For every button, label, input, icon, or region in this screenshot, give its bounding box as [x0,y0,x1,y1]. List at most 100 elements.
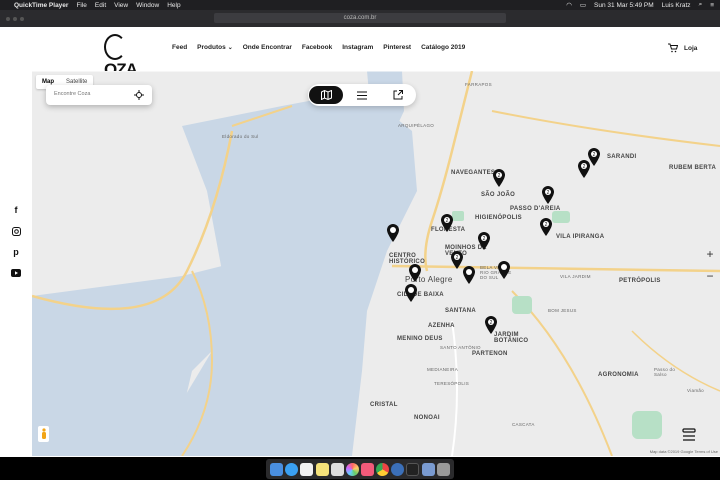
place-label: NAVEGANTES [451,170,496,176]
place-label: PASSO D'AREIA [510,206,561,212]
place-label: PARTENON [472,351,508,357]
svg-text:2: 2 [483,236,486,242]
nav-onde-encontrar[interactable]: Onde Encontrar [243,44,292,51]
nav-facebook[interactable]: Facebook [302,44,332,51]
terminal-icon[interactable] [406,462,420,476]
place-label: HIGIENÓPOLIS [475,215,522,221]
map-pin-icon[interactable] [408,263,422,283]
external-link-button[interactable] [381,86,415,104]
social-links: f p [11,205,21,278]
music-icon[interactable] [361,462,375,476]
macos-dock [0,457,720,480]
zoom-controls: + − [704,247,716,283]
svg-text:2: 2 [583,164,586,170]
svg-text:2: 2 [490,320,493,326]
dock-bar [266,459,454,479]
chevron-down-icon: ⌄ [227,45,233,51]
zoom-in-button[interactable]: + [704,247,716,261]
place-label: SANTANA [445,308,476,314]
web-page: OZA Feed Produtos ⌄ Onde Encontrar Facebo… [0,27,720,457]
place-label: FARRAPOS [465,82,492,87]
map-pin-icon[interactable] [462,265,476,285]
map-pin-icon[interactable]: 2 [577,159,591,179]
nav-catalogo[interactable]: Catálogo 2019 [421,44,465,51]
search-input[interactable] [54,91,124,97]
view-toggle [308,84,416,106]
map-pin-icon[interactable]: 2 [484,315,498,335]
svg-text:2: 2 [456,255,459,261]
nav-instagram[interactable]: Instagram [342,44,373,51]
map-pin-icon[interactable] [386,223,400,243]
place-label: AZENHA [428,323,455,329]
store-map[interactable]: Map Satellite Eldorado do Sul FARRAPOS A… [32,71,720,456]
place-label: Eldorado do Sul [222,134,259,139]
safari-icon[interactable] [285,462,299,476]
wifi-icon[interactable]: ◠ [566,1,572,9]
place-label: MEDIANEIRA [427,367,459,372]
map-pin-icon[interactable]: 2 [492,168,506,188]
map-pin-icon[interactable] [404,283,418,303]
coza-logo[interactable]: OZA [104,34,146,79]
search-icon[interactable]: ⌕ [699,1,703,9]
stacked-list-icon[interactable] [682,428,696,442]
place-label: ARQUIPÉLAGO [398,123,435,128]
nav-produtos[interactable]: Produtos ⌄ [197,44,233,51]
browser-chrome: coza.com.br [0,10,720,27]
app-menu[interactable]: QuickTime Player [14,2,68,9]
menu-help[interactable]: Help [167,2,180,9]
chrome-icon[interactable] [376,462,390,476]
menu-file[interactable]: File [76,2,86,9]
map-pin-icon[interactable]: 2 [539,217,553,237]
preview-icon[interactable] [421,462,435,476]
place-label: SÃO JOÃO [481,192,516,198]
nav-pinterest[interactable]: Pinterest [383,44,411,51]
user-name[interactable]: Luis Kratz [662,2,691,9]
main-nav: Feed Produtos ⌄ Onde Encontrar Facebook I… [172,44,465,51]
menu-list-icon[interactable]: ≡ [710,2,714,9]
map-attribution[interactable]: Map data ©2019 Google Terms of Use [650,449,718,454]
map-pin-icon[interactable]: 2 [440,213,454,233]
macos-menubar: QuickTime Player File Edit View Window H… [0,0,720,10]
cart-button[interactable]: Loja [668,43,697,53]
map-pin-icon[interactable]: 2 [477,231,491,251]
place-label: BOM JESUS [548,308,577,313]
place-label: VILA IPIRANGA [556,234,605,240]
battery-icon[interactable]: ▭ [580,1,586,9]
zoom-out-button[interactable]: − [704,269,716,283]
calendar-icon[interactable] [300,462,314,476]
cart-icon [668,43,678,53]
trash-icon[interactable] [436,462,450,476]
notes-icon[interactable] [315,462,329,476]
pegman-icon[interactable] [38,426,49,442]
nav-feed[interactable]: Feed [172,44,187,51]
place-label: NONOAI [414,415,440,421]
instagram-icon[interactable] [11,226,21,236]
place-label: SARANDI [607,154,637,160]
quicktime-icon[interactable] [391,462,405,476]
svg-text:2: 2 [593,152,596,158]
map-pin-icon[interactable] [497,260,511,280]
document-icon[interactable] [330,462,344,476]
svg-text:2: 2 [446,218,449,224]
menu-edit[interactable]: Edit [95,2,106,9]
pinterest-icon[interactable]: p [11,247,21,257]
map-pin-icon[interactable]: 2 [541,185,555,205]
photos-icon[interactable] [345,462,359,476]
place-label: MENINO DEUS [397,336,443,342]
list-view-button[interactable] [345,86,379,104]
youtube-icon[interactable] [11,268,21,278]
map-pin-icon[interactable] [398,455,412,456]
finder-icon[interactable] [270,462,284,476]
locate-icon[interactable] [134,90,144,100]
menu-view[interactable]: View [114,2,128,9]
place-label: Viamão [687,388,704,393]
svg-text:2: 2 [545,222,548,228]
menu-window[interactable]: Window [136,2,159,9]
store-search [46,85,152,105]
clock[interactable]: Sun 31 Mar 5:49 PM [594,2,654,9]
url-bar[interactable]: coza.com.br [214,13,506,23]
place-label: SANTO ANTÔNIO [440,345,481,350]
map-view-button[interactable] [309,86,343,104]
facebook-icon[interactable]: f [11,205,21,215]
window-controls[interactable] [6,16,24,21]
